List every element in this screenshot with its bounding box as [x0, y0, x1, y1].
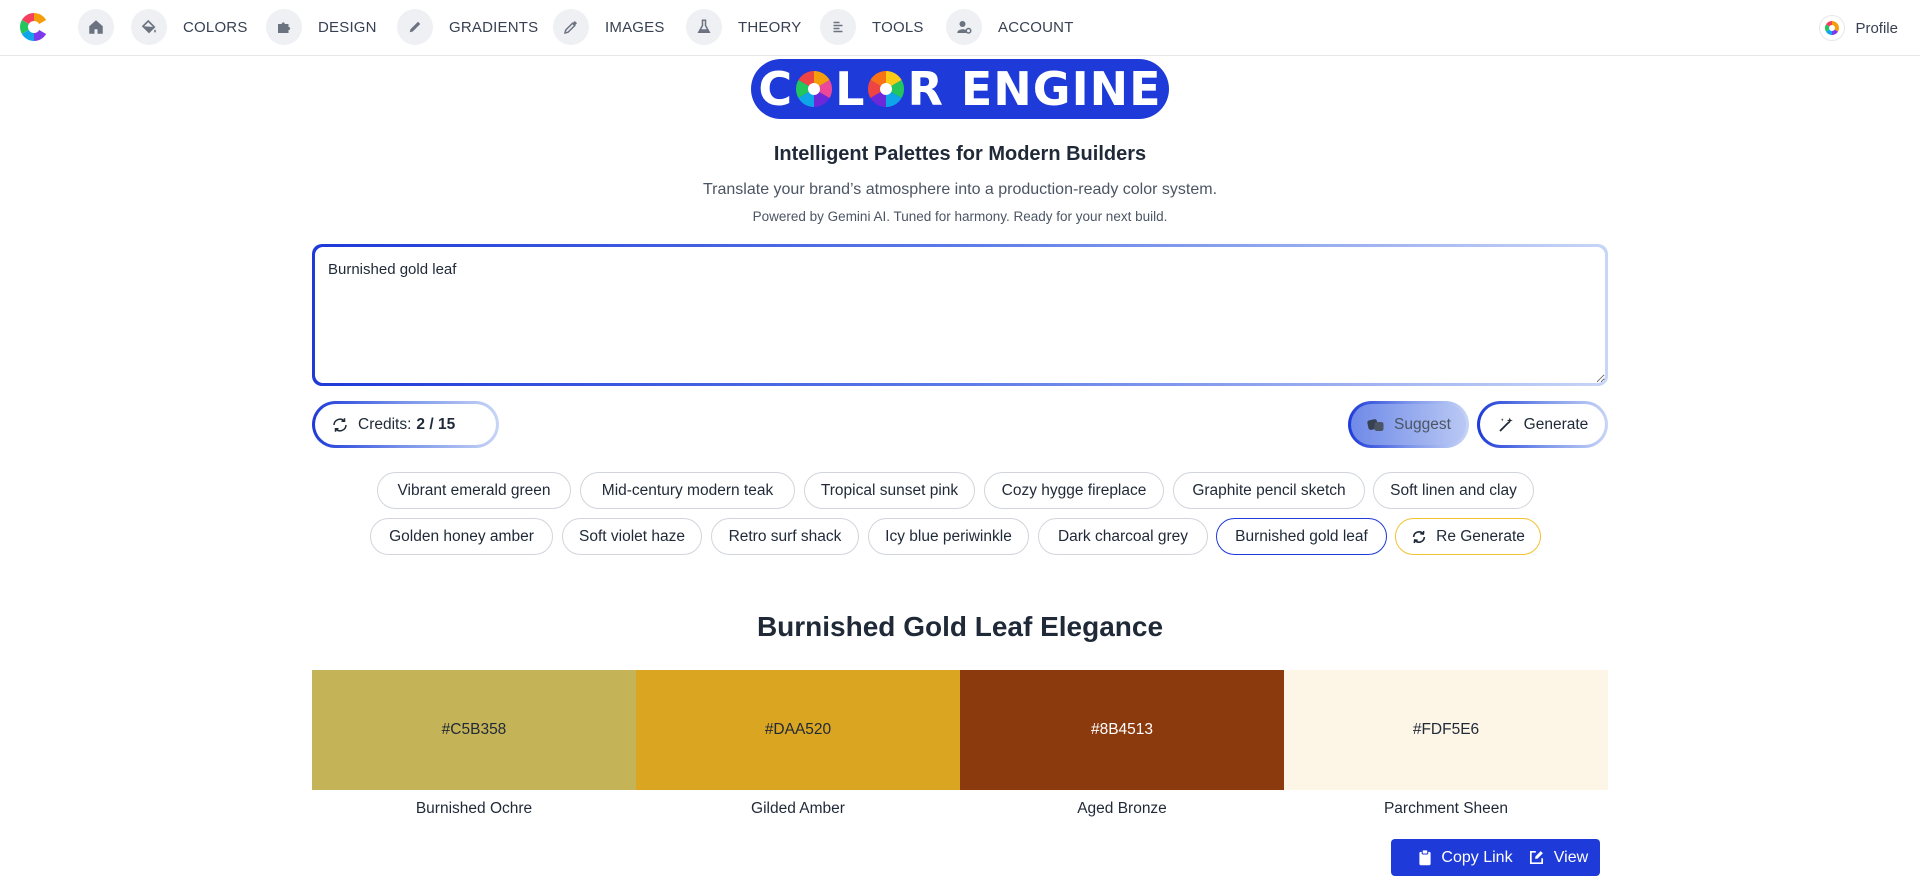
copy-link-label: Copy Link	[1441, 848, 1513, 866]
chip-tropical-sunset-pink[interactable]: Tropical sunset pink	[804, 472, 975, 509]
magic-wand-icon	[1499, 417, 1513, 432]
swatch-3[interactable]: #8B4513	[960, 670, 1284, 790]
chip-graphite-pencil-sketch[interactable]: Graphite pencil sketch	[1173, 472, 1365, 509]
credits-label: Credits:	[358, 415, 412, 433]
flask-icon	[697, 19, 711, 33]
swatch-2[interactable]: #DAA520	[636, 670, 960, 790]
chip-golden-honey-amber[interactable]: Golden honey amber	[370, 518, 553, 555]
home-button[interactable]	[78, 9, 114, 45]
suggest-label: Suggest	[1394, 415, 1451, 433]
nav-design[interactable]: DESIGN	[266, 9, 377, 45]
clipboard-icon	[1419, 849, 1432, 866]
nav-theory[interactable]: THEORY	[686, 9, 801, 45]
chip-mid-century-modern-teak[interactable]: Mid-century modern teak	[580, 472, 795, 509]
refresh-coins-icon	[333, 417, 347, 432]
pencil-icon	[409, 21, 421, 33]
refresh-icon	[1412, 530, 1426, 543]
powered-by-note: Powered by Gemini AI. Tuned for harmony.…	[752, 209, 1168, 224]
chip-icy-blue-periwinkle[interactable]: Icy blue periwinkle	[868, 518, 1029, 555]
brand-text-mid: L	[835, 62, 866, 116]
regenerate-chip[interactable]: Re Generate	[1395, 518, 1541, 555]
top-nav: COLORS DESIGN GRADIENTS IMAGES THEORY TO…	[0, 0, 1920, 56]
swatch-3-hex: #8B4513	[1090, 721, 1154, 738]
view-label: View	[1553, 848, 1589, 866]
nav-account[interactable]: ACCOUNT	[946, 9, 1074, 45]
profile-avatar	[1819, 15, 1846, 41]
swatch-4[interactable]: #FDF5E6	[1284, 670, 1608, 790]
dice-icon	[1367, 418, 1384, 431]
nav-tools-label: TOOLS	[872, 18, 924, 36]
suggest-button[interactable]: Suggest	[1348, 401, 1469, 448]
swatch-4-name: Parchment Sheen	[1383, 800, 1509, 817]
brand-wordmark: C L R ENGINE	[758, 62, 1161, 116]
regenerate-label: Re Generate	[1436, 527, 1525, 545]
chip-vibrant-emerald-green[interactable]: Vibrant emerald green	[377, 472, 571, 509]
palette-title: Burnished Gold Leaf Elegance	[756, 611, 1164, 642]
chip-dark-charcoal-grey[interactable]: Dark charcoal grey	[1038, 518, 1208, 555]
nav-images-label: IMAGES	[605, 18, 665, 36]
swatch-2-name: Gilded Amber	[751, 800, 845, 817]
color-wheel-icon	[868, 71, 905, 107]
nav-account-label: ACCOUNT	[998, 18, 1074, 36]
color-wheel-icon	[796, 71, 833, 107]
chip-soft-linen-and-clay[interactable]: Soft linen and clay	[1373, 472, 1534, 509]
nav-images[interactable]: IMAGES	[553, 9, 665, 45]
swatch-4-hex: #FDF5E6	[1412, 721, 1480, 738]
eyedropper-icon	[563, 21, 577, 35]
chip-retro-surf-shack[interactable]: Retro surf shack	[711, 518, 859, 555]
nav-colors[interactable]: COLORS	[131, 9, 248, 45]
align-left-icon	[833, 21, 843, 33]
nav-gradients-label: GRADIENTS	[449, 18, 539, 36]
nav-tools[interactable]: TOOLS	[820, 9, 924, 45]
prompt-textarea[interactable]	[315, 247, 1605, 383]
puzzle-icon	[278, 22, 291, 33]
swatch-1-name: Burnished Ochre	[415, 800, 533, 817]
brand-logo: C L R ENGINE	[751, 59, 1169, 119]
paint-bucket-icon	[141, 19, 156, 34]
credits-value: 2 / 15	[416, 415, 456, 433]
chip-soft-violet-haze[interactable]: Soft violet haze	[562, 518, 702, 555]
swatch-3-name: Aged Bronze	[1077, 800, 1167, 817]
swatch-2-hex: #DAA520	[764, 721, 832, 738]
nav-colors-label: COLORS	[183, 18, 248, 36]
credits-badge: Credits: 2 / 15	[312, 401, 499, 448]
brand-text-right: R ENGINE	[907, 62, 1162, 116]
nav-theory-label: THEORY	[738, 18, 802, 36]
nav-gradients[interactable]: GRADIENTS	[397, 9, 538, 45]
view-button[interactable]: View	[1516, 839, 1600, 876]
tagline: Intelligent Palettes for Modern Builders	[773, 143, 1147, 165]
generate-button[interactable]: Generate	[1477, 401, 1608, 448]
chip-burnished-gold-leaf[interactable]: Burnished gold leaf	[1216, 518, 1387, 555]
user-gear-icon	[957, 21, 972, 34]
generate-label: Generate	[1523, 415, 1589, 433]
chip-cozy-hygge-fireplace[interactable]: Cozy hygge fireplace	[984, 472, 1164, 509]
edit-square-icon	[1529, 850, 1543, 865]
prompt-frame	[312, 244, 1608, 386]
app-logo[interactable]	[18, 11, 50, 43]
nav-design-label: DESIGN	[318, 18, 377, 36]
swatch-1-hex: #C5B358	[441, 721, 507, 738]
profile-link[interactable]: Profile	[1819, 14, 1898, 42]
swatch-1[interactable]: #C5B358	[312, 670, 636, 790]
brand-text-left: C	[758, 62, 794, 116]
home-icon	[89, 20, 103, 34]
color-wheel-icon	[1825, 21, 1840, 35]
profile-label: Profile	[1855, 19, 1898, 37]
subtitle: Translate your brand’s atmosphere into a…	[702, 181, 1218, 198]
